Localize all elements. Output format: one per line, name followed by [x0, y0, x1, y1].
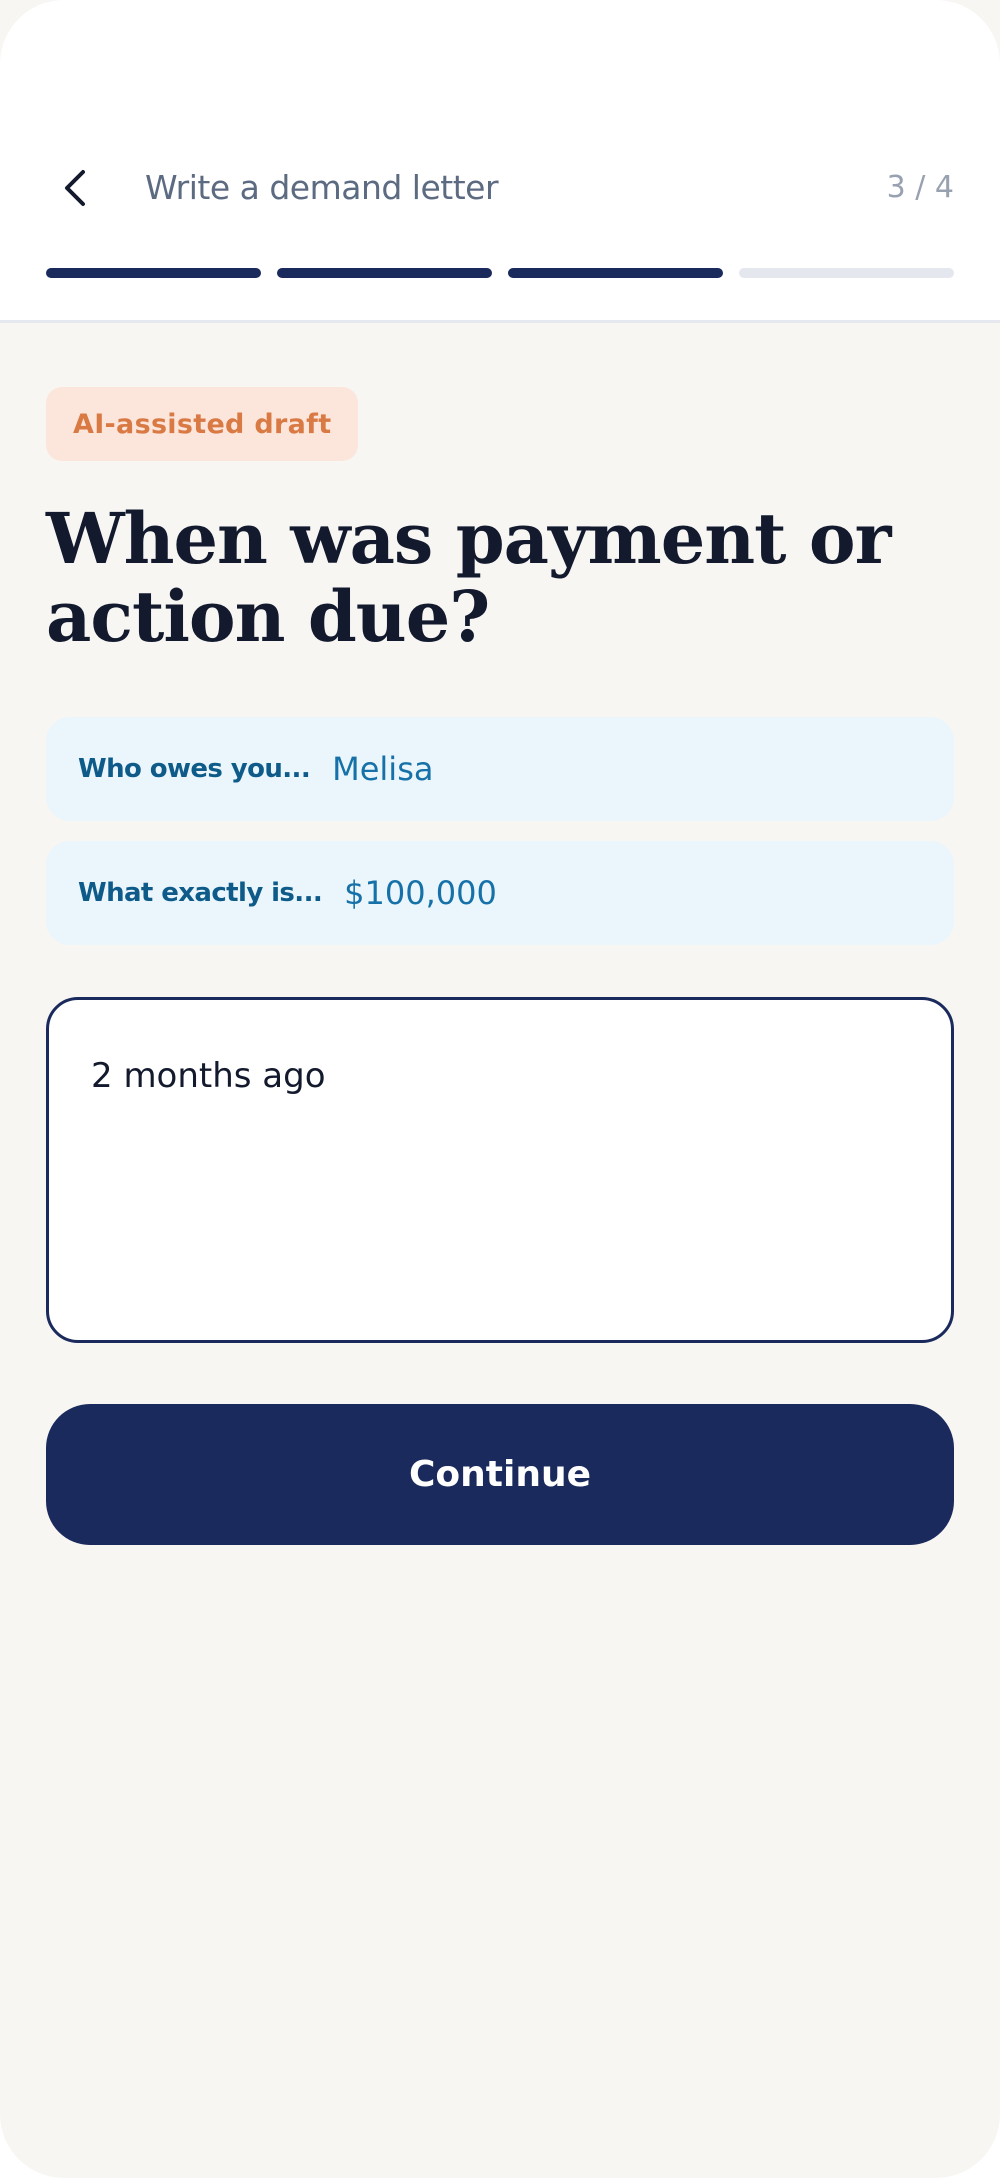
- step-counter: 3 / 4: [886, 170, 954, 205]
- continue-button[interactable]: Continue: [46, 1404, 954, 1545]
- page-title: Write a demand letter: [145, 168, 499, 207]
- chip-label: What exactly is...: [78, 878, 323, 908]
- progress-segment-1: [46, 268, 261, 278]
- back-button[interactable]: [50, 160, 100, 216]
- progress-bar: [46, 268, 954, 280]
- answer-text: 2 months ago: [91, 1056, 326, 1096]
- progress-segment-3: [508, 268, 723, 278]
- chip-label: Who owes you...: [78, 754, 311, 784]
- chip-value: $100,000: [344, 874, 497, 912]
- app-screen: Write a demand letter 3 / 4 AI-assisted …: [0, 0, 1000, 2178]
- progress-segment-4: [739, 268, 954, 278]
- question-heading: When was payment or action due?: [46, 497, 891, 658]
- chevron-left-icon: [65, 170, 85, 206]
- progress-segment-2: [277, 268, 492, 278]
- top-bar: Write a demand letter 3 / 4: [0, 0, 1000, 323]
- previous-answer-chip[interactable]: What exactly is... $100,000: [46, 841, 954, 945]
- answer-textarea[interactable]: 2 months ago: [46, 997, 954, 1343]
- ai-draft-badge: AI-assisted draft: [46, 387, 359, 461]
- chip-value: Melisa: [332, 750, 434, 788]
- previous-answer-chip[interactable]: Who owes you... Melisa: [46, 717, 954, 821]
